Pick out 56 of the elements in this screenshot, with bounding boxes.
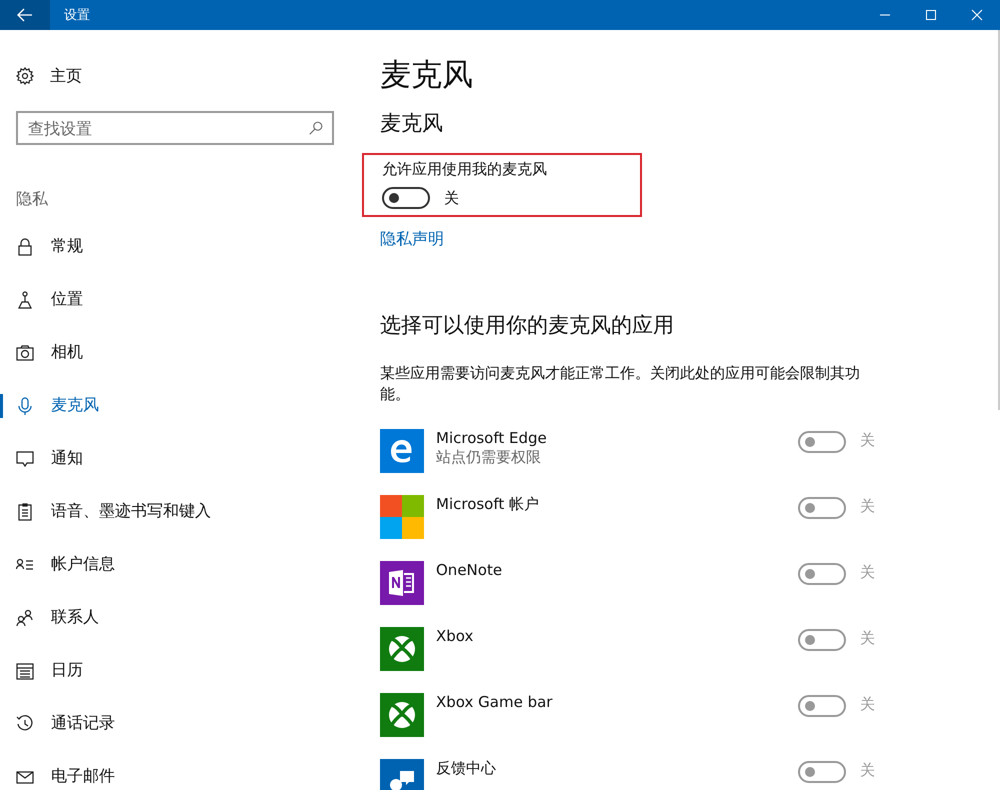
nav-item[interactable]: 麦克风 <box>0 379 109 432</box>
back-button[interactable] <box>0 0 50 30</box>
toggle-state: 关 <box>860 761 875 780</box>
toggle-state: 关 <box>860 629 875 648</box>
section-title: 麦克风 <box>380 110 444 137</box>
settings-icon <box>16 67 34 85</box>
camera-icon <box>16 344 34 362</box>
nav-item[interactable]: 电子邮件 <box>0 750 125 790</box>
search-icon <box>308 120 324 136</box>
app-name: Xbox <box>436 627 474 645</box>
history-icon <box>16 714 34 732</box>
nav-item[interactable]: 位置 <box>0 273 93 326</box>
four-squares-app-icon <box>380 495 424 539</box>
privacy-link[interactable]: 隐私声明 <box>380 229 444 250</box>
nav-item[interactable]: 通知 <box>0 432 93 485</box>
search-field[interactable]: 查找设置 <box>16 111 334 145</box>
nav-item[interactable]: 语音、墨迹书写和键入 <box>0 485 221 538</box>
toggle-switch[interactable] <box>382 187 430 209</box>
setting-label: 允许应用使用我的麦克风 <box>382 160 547 179</box>
x-sphere-app-icon <box>380 693 424 737</box>
page-title: 麦克风 <box>380 56 474 95</box>
people-icon <box>16 608 34 626</box>
map-pin-icon <box>16 290 34 308</box>
toggle-state: 关 <box>860 497 875 516</box>
clipboard-icon <box>16 502 34 520</box>
app-name: Xbox Game bar <box>436 693 552 711</box>
nav-item[interactable]: 通话记录 <box>0 697 125 750</box>
x-sphere-app-icon <box>380 627 424 671</box>
chat-bubble-icon <box>16 450 34 468</box>
toggle-state: 关 <box>860 431 875 450</box>
app-name: OneNote <box>436 561 502 579</box>
nav-item[interactable]: 帐户信息 <box>0 538 125 591</box>
toggle-state: 关 <box>860 695 875 714</box>
app-name: Microsoft Edge <box>436 429 547 447</box>
maximize-icon <box>925 9 937 21</box>
back-arrow-icon <box>17 8 33 22</box>
lock-icon <box>16 238 34 256</box>
microphone-icon <box>16 396 34 414</box>
home-nav-item[interactable]: 主页 <box>16 61 82 91</box>
close-icon <box>971 9 983 21</box>
nav-item[interactable]: 常规 <box>0 220 93 273</box>
section-heading: 选择可以使用你的麦克风的应用 <box>380 312 675 339</box>
app-name: Microsoft 帐户 <box>436 495 540 514</box>
calendar-icon <box>16 662 34 680</box>
nav-item[interactable]: 联系人 <box>0 591 109 644</box>
app-detail: 站点仍需要权限 <box>436 448 541 467</box>
section-heading: 隐私 <box>16 189 48 210</box>
app-name: 反馈中心 <box>436 759 496 778</box>
description-text: 某些应用需要访问麦克风才能正常工作。关闭此处的应用可能会限制其功能。 <box>380 363 861 405</box>
nav-item[interactable]: 日历 <box>0 644 93 697</box>
e-letter-app-icon <box>380 429 424 473</box>
notebook-app-icon <box>380 561 424 605</box>
toggle-state: 关 <box>444 188 459 208</box>
nav-item[interactable]: 相机 <box>0 326 93 379</box>
toggle-state: 关 <box>860 563 875 582</box>
window-title: 设置 <box>64 7 91 24</box>
